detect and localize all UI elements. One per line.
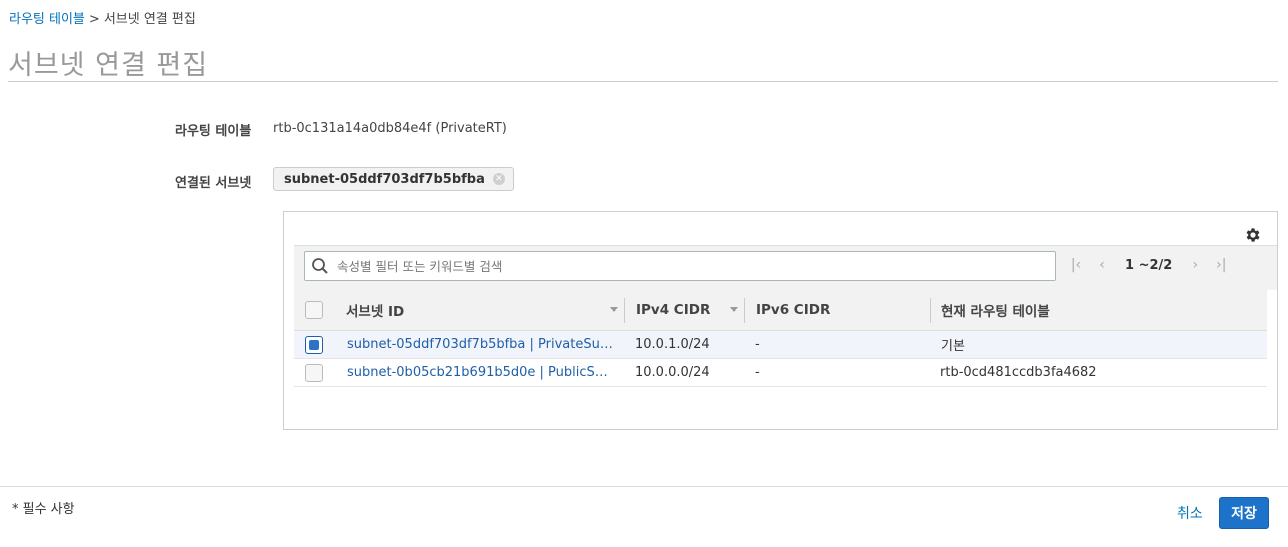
- route-table-cell: 기본: [941, 339, 965, 354]
- column-header-ipv4-cidr[interactable]: IPv4 CIDR: [636, 290, 710, 330]
- table-header-row: 서브넷 ID IPv4 CIDR IPv6 CIDR 현재 라우팅 테이블: [294, 290, 1267, 331]
- column-header-current-route-table[interactable]: 현재 라우팅 테이블: [941, 290, 1050, 330]
- breadcrumb-separator: >: [88, 12, 100, 27]
- ipv4-cidr-cell: 10.0.1.0/24: [635, 337, 710, 352]
- filter-search-box[interactable]: [304, 251, 1056, 281]
- subnet-link[interactable]: subnet-05ddf703df7b5bfba | PrivateSubnet: [347, 337, 615, 352]
- table-row[interactable]: subnet-05ddf703df7b5bfba | PrivateSubnet…: [294, 331, 1267, 359]
- required-fields-note: * 필수 사항: [12, 502, 75, 517]
- settings-gear-icon[interactable]: [1244, 226, 1262, 244]
- table-toolbar: |‹ ‹ 1 ~2/2 › ›|: [294, 245, 1277, 290]
- filter-search-input[interactable]: [335, 257, 1035, 275]
- cancel-button[interactable]: 취소: [1177, 503, 1203, 523]
- column-divider: [744, 298, 745, 323]
- column-divider: [930, 298, 931, 323]
- route-table-cell: rtb-0cd481ccdb3fa4682: [940, 365, 1097, 380]
- ipv6-cidr-cell: -: [755, 337, 760, 352]
- subnet-selection-panel: |‹ ‹ 1 ~2/2 › ›| 서브넷 ID IPv4 CIDR IPv6 C…: [283, 211, 1278, 430]
- associated-subnets-label: 연결된 서브넷: [175, 176, 252, 191]
- selected-subnet-token: subnet-05ddf703df7b5bfba ✕: [273, 167, 514, 191]
- first-page-icon[interactable]: |‹: [1069, 257, 1083, 273]
- save-button[interactable]: 저장: [1219, 497, 1269, 529]
- route-table-label: 라우팅 테이블: [175, 124, 252, 139]
- row-checkbox[interactable]: [305, 364, 323, 382]
- breadcrumb: 라우팅 테이블 > 서브넷 연결 편집: [9, 8, 196, 27]
- last-page-icon[interactable]: ›|: [1214, 257, 1228, 273]
- footer-divider: [0, 486, 1288, 487]
- column-header-subnet-id[interactable]: 서브넷 ID: [346, 290, 404, 330]
- subnet-link[interactable]: subnet-0b05cb21b691b5d0e | PublicSubnet: [347, 365, 615, 380]
- title-divider: [8, 81, 1278, 82]
- sort-caret-icon[interactable]: [610, 307, 618, 312]
- next-page-icon[interactable]: ›: [1188, 257, 1202, 273]
- select-all-checkbox[interactable]: [305, 301, 323, 319]
- ipv4-cidr-cell: 10.0.0.0/24: [635, 365, 710, 380]
- subnet-table: 서브넷 ID IPv4 CIDR IPv6 CIDR 현재 라우팅 테이블 su…: [294, 290, 1267, 387]
- table-row[interactable]: subnet-0b05cb21b691b5d0e | PublicSubnet …: [294, 359, 1267, 387]
- previous-page-icon[interactable]: ‹: [1095, 257, 1109, 273]
- breadcrumb-current: 서브넷 연결 편집: [103, 12, 196, 27]
- row-checkbox[interactable]: [305, 336, 323, 354]
- pagination: |‹ ‹ 1 ~2/2 › ›|: [1069, 257, 1228, 273]
- selected-subnet-token-label: subnet-05ddf703df7b5bfba: [284, 171, 485, 187]
- breadcrumb-link-route-tables[interactable]: 라우팅 테이블: [9, 12, 85, 27]
- search-icon: [312, 258, 328, 274]
- column-divider: [624, 298, 625, 323]
- column-header-ipv6-cidr[interactable]: IPv6 CIDR: [756, 290, 830, 330]
- pagination-status: 1 ~2/2: [1125, 257, 1173, 273]
- route-table-value: rtb-0c131a14a0db84e4f (PrivateRT): [273, 121, 507, 136]
- remove-token-icon[interactable]: ✕: [492, 173, 505, 185]
- page-title: 서브넷 연결 편집: [8, 50, 209, 81]
- sort-caret-icon[interactable]: [730, 307, 738, 312]
- ipv6-cidr-cell: -: [755, 365, 760, 380]
